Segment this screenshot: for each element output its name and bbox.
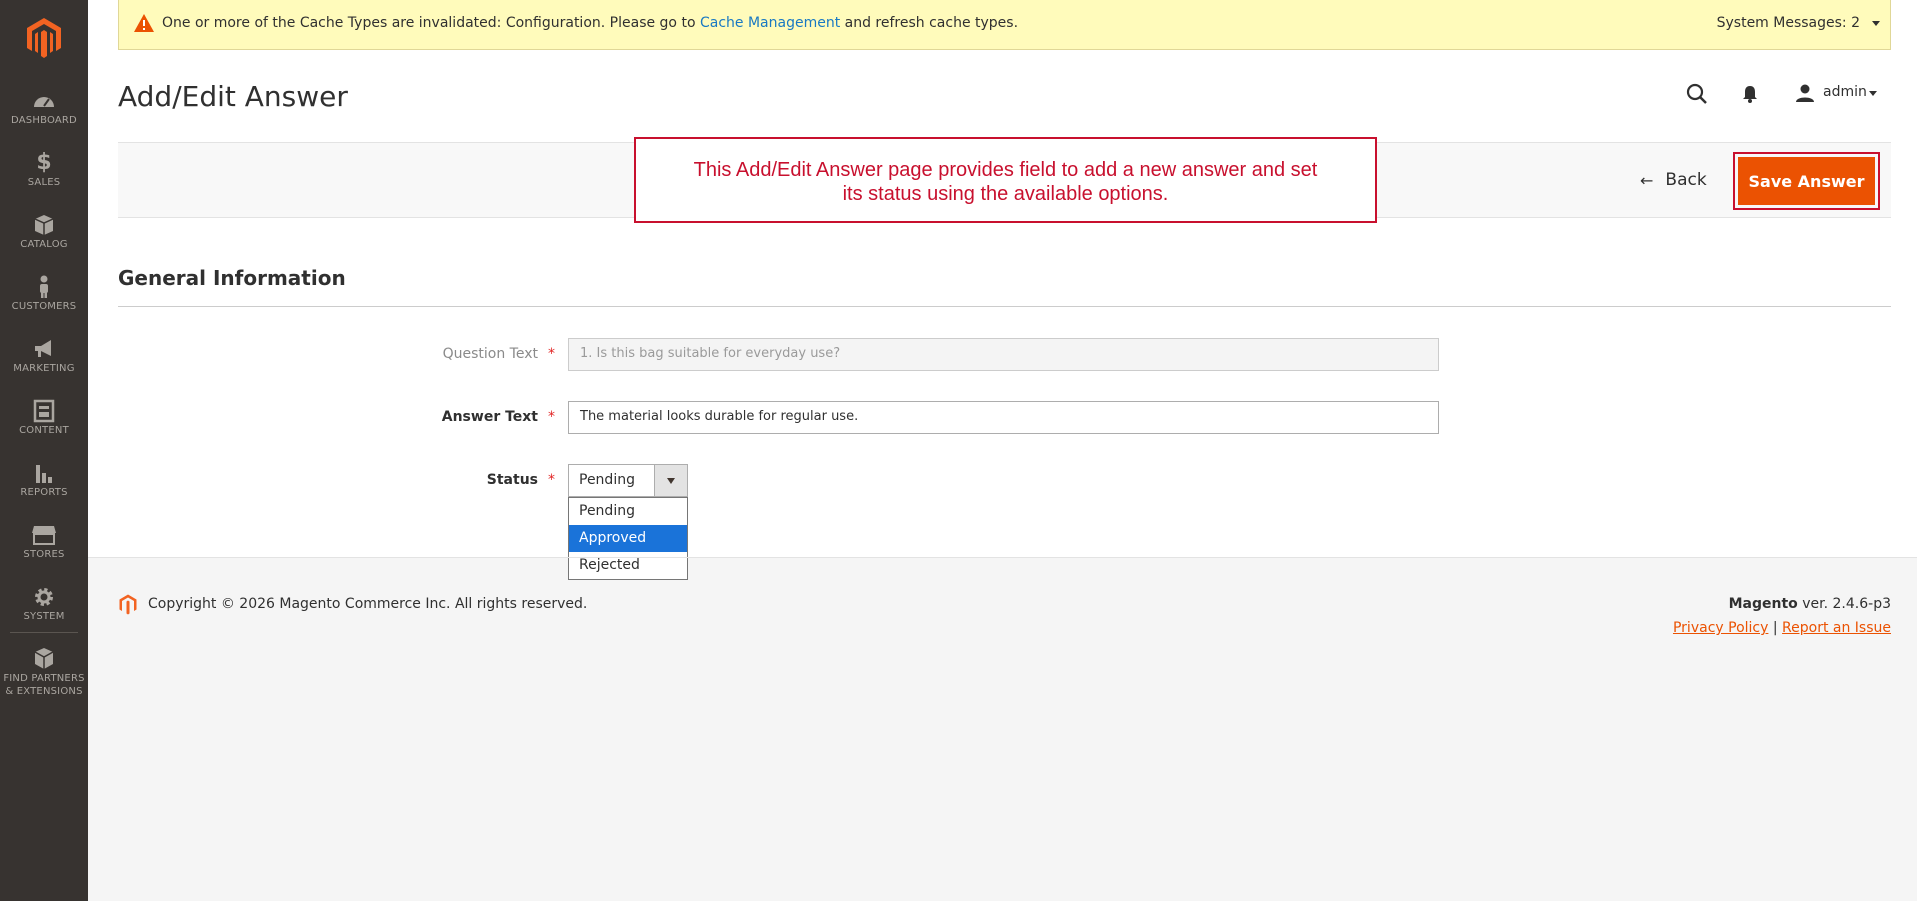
annotation-line: its status using the available options. (842, 183, 1169, 205)
chevron-down-icon[interactable] (1872, 21, 1880, 26)
arrow-left-icon: ← (1640, 170, 1654, 190)
bell-icon[interactable] (1741, 84, 1759, 104)
question-text-field: 1. Is this bag suitable for everyday use… (568, 338, 1439, 371)
sidebar-item-label: CATALOG (20, 239, 68, 250)
sidebar-item-label: STORES (23, 549, 65, 560)
footer-links: Privacy Policy | Report an Issue (1672, 620, 1891, 636)
sidebar-item-marketing[interactable]: MARKETING (0, 336, 88, 375)
cubes-icon (34, 648, 54, 669)
sidebar-item-label: MARKETING (13, 363, 75, 374)
system-message-bar: One or more of the Cache Types are inval… (118, 0, 1891, 50)
annotation-line: This Add/Edit Answer page provides field… (693, 159, 1318, 181)
dollar-icon: $ (36, 150, 52, 175)
person-icon (40, 275, 48, 298)
magento-logo-icon[interactable] (24, 16, 64, 58)
answer-text-label: Answer Text (441, 409, 538, 425)
sidebar-item-system[interactable]: SYSTEM (0, 584, 88, 623)
report-issue-link[interactable]: Report an Issue (1782, 620, 1891, 636)
status-label: Status (486, 472, 538, 488)
storefront-icon (32, 526, 56, 545)
back-button[interactable]: ← Back (1640, 168, 1707, 192)
sidebar-divider (10, 632, 78, 633)
sidebar-item-customers[interactable]: CUSTOMERS (0, 274, 88, 313)
privacy-policy-link[interactable]: Privacy Policy (1673, 620, 1768, 636)
status-select[interactable]: Pending (568, 464, 688, 497)
sidebar-item-content[interactable]: CONTENT (0, 398, 88, 437)
sidebar-item-label: SYSTEM (23, 611, 65, 622)
save-answer-button[interactable]: Save Answer (1738, 157, 1875, 205)
answer-text-input[interactable]: The material looks durable for regular u… (568, 401, 1439, 434)
chevron-down-icon[interactable] (654, 465, 687, 496)
page-title: Add/Edit Answer (118, 80, 348, 113)
chevron-down-icon[interactable] (1869, 91, 1877, 96)
layout-icon (33, 399, 55, 423)
sidebar-item-label: CONTENT (19, 425, 69, 436)
status-selected-value: Pending (579, 472, 635, 488)
dashboard-icon (34, 97, 54, 107)
annotation-callout: This Add/Edit Answer page provides field… (634, 137, 1377, 223)
footer-version: Magento ver. 2.4.6-p3 (1728, 596, 1891, 612)
sidebar-item-reports[interactable]: REPORTS (0, 460, 88, 499)
box-icon (34, 215, 54, 235)
question-text-label: Question Text (442, 346, 538, 362)
section-title: General Information (118, 266, 346, 290)
admin-sidebar: DASHBOARD $ SALES CATALOG CUSTOMERS MARK… (0, 0, 88, 901)
sidebar-item-stores[interactable]: STORES (0, 522, 88, 561)
sidebar-item-sales[interactable]: $ SALES (0, 150, 88, 189)
section-divider (118, 306, 1891, 307)
gear-icon (35, 588, 53, 606)
sidebar-item-label: FIND PARTNERS (3, 673, 85, 684)
system-message-text: One or more of the Cache Types are inval… (162, 15, 1019, 31)
footer-divider (88, 557, 1917, 558)
sidebar-item-catalog[interactable]: CATALOG (0, 212, 88, 251)
sidebar-item-label: & EXTENSIONS (5, 686, 83, 697)
cache-management-link[interactable]: Cache Management (700, 15, 840, 31)
bar-chart-icon (36, 465, 52, 483)
sidebar-item-label: SALES (27, 177, 61, 188)
warning-icon (134, 14, 154, 32)
sidebar-item-label: REPORTS (20, 487, 68, 498)
status-option-approved[interactable]: Approved (569, 525, 687, 552)
required-asterisk: * (548, 346, 555, 362)
footer-copyright: Copyright © 2026 Magento Commerce Inc. A… (148, 596, 588, 612)
sidebar-item-label: DASHBOARD (11, 115, 77, 126)
status-option-pending[interactable]: Pending (569, 498, 687, 525)
megaphone-icon (35, 340, 51, 357)
search-icon[interactable] (1686, 83, 1708, 105)
sidebar-item-dashboard[interactable]: DASHBOARD (0, 88, 88, 127)
system-messages-count[interactable]: System Messages: 2 (1717, 15, 1860, 31)
required-asterisk: * (548, 472, 555, 488)
magento-logo-icon (119, 594, 137, 615)
required-asterisk: * (548, 409, 555, 425)
user-icon[interactable] (1795, 83, 1815, 103)
admin-user-menu[interactable]: admin (1823, 84, 1867, 100)
status-dropdown-list: Pending Approved Rejected (568, 497, 688, 580)
sidebar-item-label: CUSTOMERS (11, 301, 77, 312)
sidebar-item-find-partners[interactable]: FIND PARTNERS & EXTENSIONS (0, 646, 88, 698)
